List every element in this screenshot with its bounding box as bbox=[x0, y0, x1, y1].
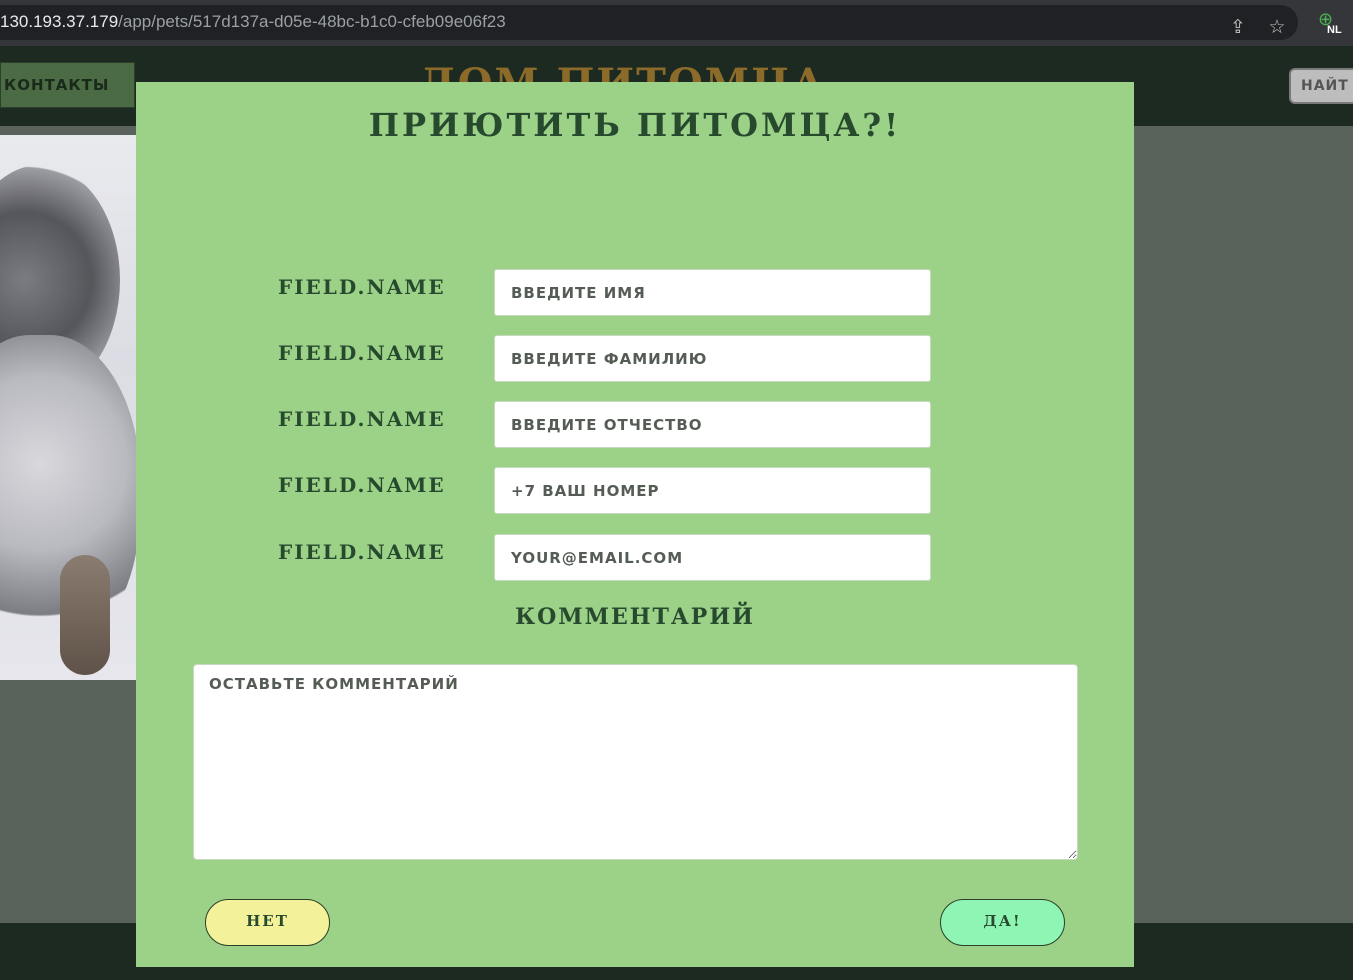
pet-photo bbox=[0, 135, 136, 680]
url-text[interactable]: 130.193.37.179/app/pets/517d137a-d05e-48… bbox=[0, 12, 506, 32]
field-label-patronymic: FIELD.NAME bbox=[278, 407, 446, 431]
adopt-pet-modal: ПРИЮТИТЬ ПИТОМЦА?! FIELD.NAME FIELD.NAME… bbox=[136, 82, 1134, 967]
phone-input[interactable] bbox=[494, 467, 931, 514]
field-label-email: FIELD.NAME bbox=[278, 540, 446, 564]
field-label-first-name: FIELD.NAME bbox=[278, 275, 446, 299]
url-host: 130.193.37.179 bbox=[0, 12, 119, 31]
email-input[interactable] bbox=[494, 534, 931, 581]
yes-button[interactable]: ДА! bbox=[940, 899, 1065, 946]
share-icon[interactable]: ⇪ bbox=[1226, 15, 1250, 39]
comment-label: КОММЕНТАРИЙ bbox=[515, 604, 755, 630]
extension-badge: NL bbox=[1327, 24, 1342, 36]
patronymic-input[interactable] bbox=[494, 401, 931, 448]
star-icon[interactable]: ☆ bbox=[1265, 15, 1289, 39]
field-label-phone: FIELD.NAME bbox=[278, 473, 446, 497]
modal-title: ПРИЮТИТЬ ПИТОМЦА?! bbox=[368, 106, 902, 144]
comment-textarea[interactable] bbox=[193, 664, 1078, 860]
no-button[interactable]: НЕТ bbox=[205, 899, 330, 946]
url-path: /app/pets/517d137a-d05e-48bc-b1c0-cfeb09… bbox=[118, 12, 506, 31]
last-name-input[interactable] bbox=[494, 335, 931, 382]
first-name-input[interactable] bbox=[494, 269, 931, 316]
browser-toolbar: 130.193.37.179/app/pets/517d137a-d05e-48… bbox=[0, 0, 1353, 46]
find-button[interactable]: НАЙТ bbox=[1289, 68, 1353, 104]
extension-globe-icon[interactable]: ⊕ NL bbox=[1316, 10, 1348, 38]
field-label-last-name: FIELD.NAME bbox=[278, 341, 446, 365]
contacts-button[interactable]: КОНТАКТЫ bbox=[0, 62, 135, 108]
pet-leg-shape bbox=[60, 555, 110, 675]
address-bar[interactable]: 130.193.37.179/app/pets/517d137a-d05e-48… bbox=[0, 5, 1298, 40]
